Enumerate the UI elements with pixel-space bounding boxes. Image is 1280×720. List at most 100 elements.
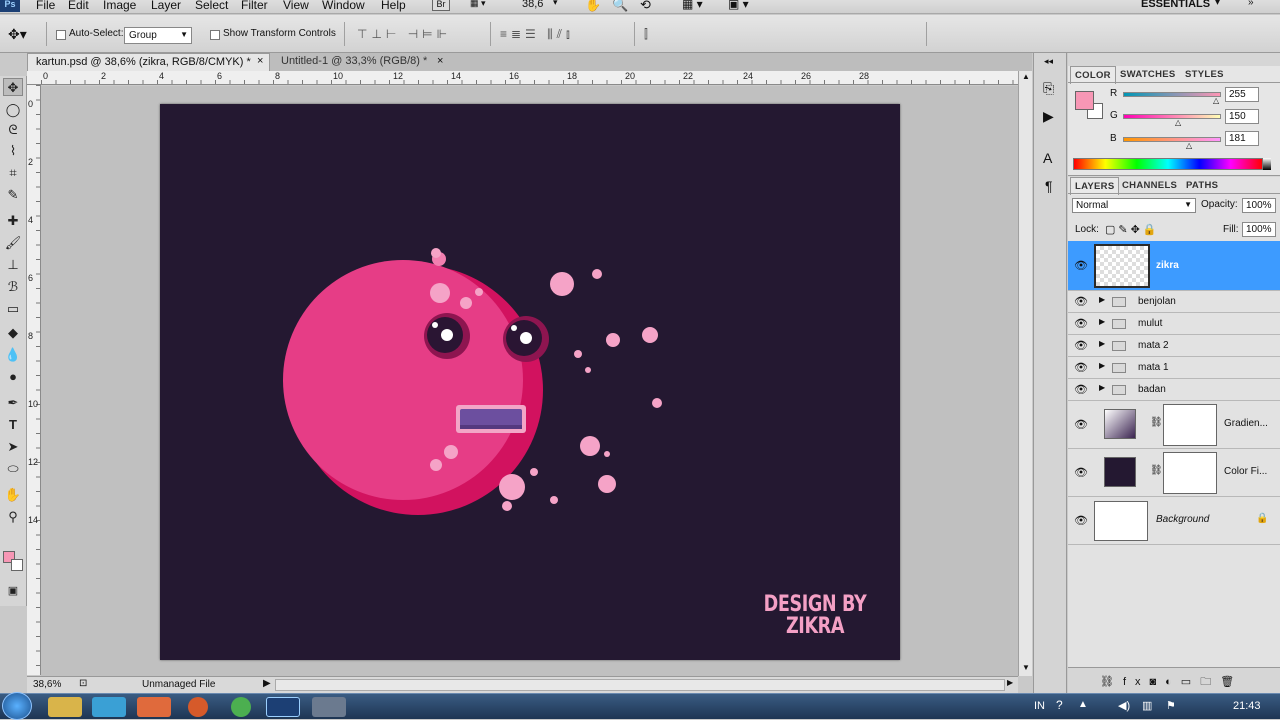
chrome-taskbar-icon[interactable] — [231, 697, 251, 717]
start-button[interactable] — [2, 692, 32, 720]
zoom-level[interactable]: 38,6 — [522, 0, 543, 10]
opacity-value[interactable]: 100% — [1242, 198, 1276, 213]
b-slider[interactable] — [1123, 137, 1221, 142]
expand-triangle-icon[interactable]: ▶ — [1099, 295, 1105, 304]
menu-filter[interactable]: Filter — [241, 0, 268, 12]
hand-tool-icon[interactable]: ✋ — [3, 486, 23, 504]
language-indicator[interactable]: IN — [1034, 700, 1045, 712]
type-tool-icon[interactable]: T — [3, 416, 23, 434]
menu-select[interactable]: Select — [195, 0, 228, 12]
eye-icon[interactable]: 👁 — [1074, 295, 1088, 308]
tray-expand-icon[interactable]: ▲ — [1078, 699, 1088, 710]
paragraph-panel-icon[interactable]: ¶ — [1045, 178, 1053, 194]
r-slider-thumb-icon[interactable]: △ — [1213, 96, 1219, 105]
workspace-switcher[interactable]: ESSENTIALS — [1141, 0, 1210, 10]
auto-select-dropdown[interactable]: Group ▼ — [124, 27, 192, 44]
auto-select-checkbox[interactable] — [56, 30, 66, 40]
help-icon[interactable]: ? — [1056, 698, 1063, 712]
menu-file[interactable]: File — [36, 0, 55, 12]
menu-help[interactable]: Help — [381, 0, 406, 12]
layer-mata-2[interactable]: 👁 ▶ mata 2 — [1068, 335, 1280, 357]
tab-paths[interactable]: PATHS — [1182, 177, 1222, 194]
zoom-dropdown-icon[interactable]: ▾ — [553, 0, 558, 8]
lasso-tool-icon[interactable]: ᘓ — [3, 121, 23, 139]
blend-mode-dropdown[interactable]: Normal ▼ — [1072, 198, 1196, 213]
zoom-tool-icon[interactable]: 🔍 — [612, 0, 628, 13]
arrange-documents-icon[interactable]: ▦ ▾ — [682, 0, 703, 11]
scroll-right-icon[interactable]: ▶ — [1007, 678, 1013, 687]
shape-tool-icon[interactable]: ⬭ — [3, 460, 23, 478]
auto-align-icon[interactable]: ⫿ — [644, 27, 648, 42]
brush-tool-icon[interactable]: 🖌 — [3, 234, 23, 252]
eye-icon[interactable]: 👁 — [1074, 514, 1088, 527]
eraser-tool-icon[interactable]: ▭ — [3, 300, 23, 318]
status-info-icon[interactable]: ⊡ — [79, 678, 87, 689]
expand-triangle-icon[interactable]: ▶ — [1099, 361, 1105, 370]
eye-icon[interactable]: 👁 — [1074, 418, 1088, 431]
layer-color-fill[interactable]: 👁 ⛓ Color Fi... — [1068, 449, 1280, 497]
actions-panel-icon[interactable]: ▶ — [1043, 108, 1054, 125]
layer-mask-thumbnail[interactable] — [1163, 404, 1217, 446]
photoshop-logo-icon[interactable]: Ps — [0, 0, 20, 12]
bw-ramp[interactable] — [1263, 158, 1271, 170]
expand-triangle-icon[interactable]: ▶ — [1099, 339, 1105, 348]
quick-mask-icon[interactable]: ▣ — [3, 582, 23, 600]
crop-tool-icon[interactable]: ⌗ — [3, 164, 23, 182]
eye-icon[interactable]: 👁 — [1074, 259, 1088, 272]
status-zoom[interactable]: 38,6% — [33, 679, 61, 690]
color-spectrum-bar[interactable] — [1073, 158, 1263, 170]
background-color-swatch[interactable] — [11, 559, 23, 571]
eye-icon[interactable]: 👁 — [1074, 466, 1088, 479]
clock[interactable]: 21:43 — [1233, 700, 1261, 712]
paint-bucket-tool-icon[interactable]: ◆ — [3, 324, 23, 342]
lock-options-icon[interactable]: ▢✎✥🔒 — [1105, 223, 1160, 236]
eyedropper-tool-icon[interactable]: ✎ — [3, 186, 23, 204]
history-panel-icon[interactable]: ⎘ — [1043, 80, 1054, 97]
rotate-view-icon[interactable]: ⟲ — [640, 0, 651, 13]
eye-icon[interactable]: 👁 — [1074, 383, 1088, 396]
menu-image[interactable]: Image — [103, 0, 136, 12]
character-panel-icon[interactable]: A — [1043, 150, 1052, 166]
expand-triangle-icon[interactable]: ▶ — [1099, 317, 1105, 326]
r-value[interactable]: 255 — [1225, 87, 1259, 102]
align-buttons-icon[interactable]: ⊤⊥⊢ ⊣⊨⊩ — [357, 27, 451, 41]
tab-swatches[interactable]: SWATCHES — [1116, 66, 1180, 83]
menu-window[interactable]: Window — [322, 0, 365, 12]
history-brush-tool-icon[interactable]: ℬ — [3, 278, 23, 296]
explorer-taskbar-icon[interactable] — [48, 697, 82, 717]
show-transform-checkbox[interactable] — [210, 30, 220, 40]
collapse-icon[interactable]: ◂◂ — [1044, 56, 1053, 67]
extras-button[interactable]: ▦ ▾ — [470, 0, 500, 11]
workspace-dropdown-icon[interactable]: ▾ — [1215, 0, 1220, 8]
dodge-tool-icon[interactable]: ● — [3, 368, 23, 386]
zoom-tool-icon[interactable]: ⚲ — [3, 508, 23, 526]
quick-select-tool-icon[interactable]: ⌇ — [3, 142, 23, 160]
eye-icon[interactable]: 👁 — [1074, 361, 1088, 374]
foreground-swatch[interactable] — [1075, 91, 1094, 110]
layer-gradient-fill[interactable]: 👁 ⛓ Gradien... — [1068, 401, 1280, 449]
blur-tool-icon[interactable]: 💧 — [3, 346, 23, 364]
clone-stamp-tool-icon[interactable]: ⊥ — [3, 256, 23, 274]
expand-triangle-icon[interactable]: ▶ — [1099, 383, 1105, 392]
marquee-tool-icon[interactable]: ◯ — [3, 101, 23, 119]
layer-mulut[interactable]: 👁 ▶ mulut — [1068, 313, 1280, 335]
move-tool-preset-icon[interactable]: ✥▾ — [8, 26, 27, 43]
screen-mode-icon[interactable]: ▣ ▾ — [728, 0, 749, 11]
eye-icon[interactable]: 👁 — [1074, 317, 1088, 330]
g-slider[interactable] — [1123, 114, 1221, 119]
layer-mask-thumbnail[interactable] — [1163, 452, 1217, 494]
menu-layer[interactable]: Layer — [151, 0, 181, 12]
layer-background[interactable]: 👁 Background 🔒 — [1068, 497, 1280, 545]
firefox-taskbar-icon[interactable] — [188, 697, 208, 717]
photoshop-taskbar-icon[interactable] — [266, 697, 300, 717]
g-value[interactable]: 150 — [1225, 109, 1259, 124]
layer-benjolan[interactable]: 👁 ▶ benjolan — [1068, 291, 1280, 313]
path-select-tool-icon[interactable]: ➤ — [3, 438, 23, 456]
document-canvas[interactable]: DESIGN BY ZIKRA — [160, 104, 900, 660]
layer-actions-icon[interactable]: ⛓fx◙◐▭🗀🗑 — [1100, 673, 1243, 692]
b-slider-thumb-icon[interactable]: △ — [1186, 141, 1192, 150]
chain-link-icon[interactable]: ⛓ — [1150, 465, 1163, 476]
flag-icon[interactable]: ⚑ — [1166, 699, 1176, 712]
app-taskbar-icon[interactable] — [312, 697, 346, 717]
layer-mata-1[interactable]: 👁 ▶ mata 1 — [1068, 357, 1280, 379]
